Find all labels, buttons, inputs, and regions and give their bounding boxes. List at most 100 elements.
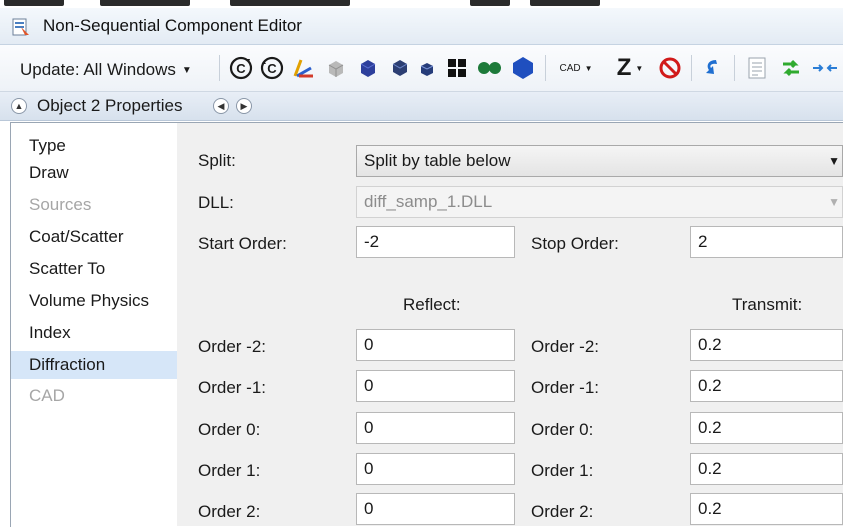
rotate-c-icon[interactable]: C	[228, 55, 254, 81]
nav-item-diffraction[interactable]: Diffraction	[11, 351, 177, 379]
svg-text:C: C	[236, 61, 246, 76]
nav-item-scatter-to[interactable]: Scatter To	[11, 256, 177, 282]
transmit-order-input[interactable]: 0.2	[690, 412, 843, 444]
order-row-label: Order 0:	[198, 420, 261, 439]
transmit-header: Transmit:	[732, 295, 803, 314]
next-object-button[interactable]: ▶	[236, 98, 252, 114]
window-title: Non-Sequential Component Editor	[43, 16, 302, 35]
nav-item-type[interactable]: Type	[11, 133, 177, 159]
transmit-order-input[interactable]: 0.2	[690, 453, 843, 485]
transmit-value: 0.2	[698, 335, 722, 354]
cad-dropdown[interactable]: CAD ▼	[554, 55, 598, 81]
diffraction-form: Split: Split by table below ▼ DLL: diff_…	[177, 123, 843, 526]
order-row-label: Order 1:	[531, 461, 594, 480]
grid-squares-icon[interactable]	[444, 55, 470, 81]
solid-box-gray-icon[interactable]	[323, 55, 349, 81]
no-entry-icon[interactable]	[656, 55, 684, 81]
reflect-order-input[interactable]: 0	[356, 329, 515, 361]
update-dropdown-label: Update: All Windows	[20, 60, 176, 79]
order-row-label: Order -2:	[531, 337, 600, 356]
update-windows-dropdown[interactable]: Update: All Windows ▼	[20, 57, 192, 83]
dots-icon[interactable]	[474, 55, 504, 81]
order-row-label: Order 1:	[198, 461, 261, 480]
chevron-down-icon: ▼	[584, 63, 593, 73]
start-order-label: Start Order:	[198, 234, 287, 253]
collapse-button[interactable]: ▲	[11, 98, 27, 114]
swap-arrows-icon[interactable]	[778, 55, 804, 81]
reflect-header: Reflect:	[403, 295, 461, 314]
chevron-down-icon: ▼	[828, 154, 840, 168]
order-row-label: Order -1:	[198, 378, 267, 397]
order-row-label: Order 2:	[531, 502, 594, 521]
reflect-value: 0	[364, 335, 374, 354]
arrow-in-icon[interactable]	[810, 55, 840, 81]
rotate-c-arrow-icon[interactable]: C	[259, 55, 285, 81]
reflect-value: 0	[364, 499, 374, 518]
chevron-left-icon: ◀	[217, 100, 225, 111]
cropped-top-strip	[0, 0, 843, 8]
toolbar-separator	[545, 55, 546, 81]
start-order-input[interactable]: -2	[356, 226, 515, 258]
toolbar-separator	[734, 55, 735, 81]
transmit-value: 0.2	[698, 499, 722, 518]
split-label: Split:	[198, 151, 236, 170]
svg-text:C: C	[267, 61, 277, 76]
nav-item-volume-physics[interactable]: Volume Physics	[11, 288, 177, 314]
nav-item-cad: CAD	[29, 386, 65, 405]
title-bar[interactable]: Non-Sequential Component Editor	[0, 8, 843, 45]
transmit-value: 0.2	[698, 418, 722, 437]
properties-title: Object 2 Properties	[37, 96, 183, 115]
toolbar-separator	[691, 55, 692, 81]
toolbar: Update: All Windows ▼ C C CAD ▼ Z ▼	[0, 45, 843, 92]
chevron-right-icon: ▶	[240, 100, 248, 111]
reflect-order-input[interactable]: 0	[356, 453, 515, 485]
reflect-order-input[interactable]: 0	[356, 412, 515, 444]
editor-window-icon	[12, 18, 29, 36]
dll-select: diff_samp_1.DLL ▼	[356, 186, 843, 218]
reflect-order-input[interactable]: 0	[356, 493, 515, 525]
chevron-down-icon: ▼	[181, 64, 192, 76]
reflect-order-input[interactable]: 0	[356, 370, 515, 402]
z-dropdown-label: Z	[616, 54, 632, 81]
nav-item-index[interactable]: Index	[11, 320, 177, 346]
undo-arrow-icon[interactable]	[698, 55, 726, 81]
properties-nav: Type Draw Sources Coat/Scatter Scatter T…	[11, 123, 177, 526]
transmit-order-input[interactable]: 0.2	[690, 329, 843, 361]
nav-item-sources: Sources	[29, 195, 92, 214]
order-row-label: Order -1:	[531, 378, 600, 397]
reflect-value: 0	[364, 376, 374, 395]
split-select-value: Split by table below	[364, 151, 511, 170]
nav-item-coat-scatter[interactable]: Coat/Scatter	[11, 224, 177, 250]
start-order-value: -2	[364, 232, 380, 251]
solid-box-blue-icon[interactable]	[355, 55, 381, 81]
order-row-label: Order 0:	[531, 420, 594, 439]
properties-header: ▲ Object 2 Properties ◀ ▶	[0, 92, 843, 121]
dll-label: DLL:	[198, 193, 234, 212]
chevron-up-icon: ▲	[14, 101, 24, 111]
chevron-down-icon: ▼	[828, 195, 840, 209]
stop-order-label: Stop Order:	[531, 234, 619, 253]
transmit-value: 0.2	[698, 459, 722, 478]
toolbar-separator	[219, 55, 220, 81]
ray-trace-icon[interactable]	[290, 55, 316, 81]
stop-order-input[interactable]: 2	[690, 226, 843, 258]
reflect-value: 0	[364, 418, 374, 437]
previous-object-button[interactable]: ◀	[213, 98, 229, 114]
transmit-order-input[interactable]: 0.2	[690, 493, 843, 525]
cad-dropdown-label: CAD	[559, 62, 581, 74]
stop-order-value: 2	[698, 232, 708, 251]
chevron-down-icon: ▼	[635, 63, 644, 73]
order-row-label: Order 2:	[198, 502, 261, 521]
transmit-value: 0.2	[698, 376, 722, 395]
solid-box-small-icon[interactable]	[414, 55, 440, 81]
z-dropdown[interactable]: Z ▼	[610, 54, 650, 81]
dll-select-value: diff_samp_1.DLL	[364, 192, 493, 211]
hexagon-icon[interactable]	[509, 55, 537, 81]
order-row-label: Order -2:	[198, 337, 267, 356]
solid-box-dark-icon[interactable]	[386, 55, 412, 81]
document-icon[interactable]	[744, 55, 770, 81]
reflect-value: 0	[364, 459, 374, 478]
transmit-order-input[interactable]: 0.2	[690, 370, 843, 402]
nav-item-draw[interactable]: Draw	[11, 160, 177, 186]
split-select[interactable]: Split by table below ▼	[356, 145, 843, 177]
